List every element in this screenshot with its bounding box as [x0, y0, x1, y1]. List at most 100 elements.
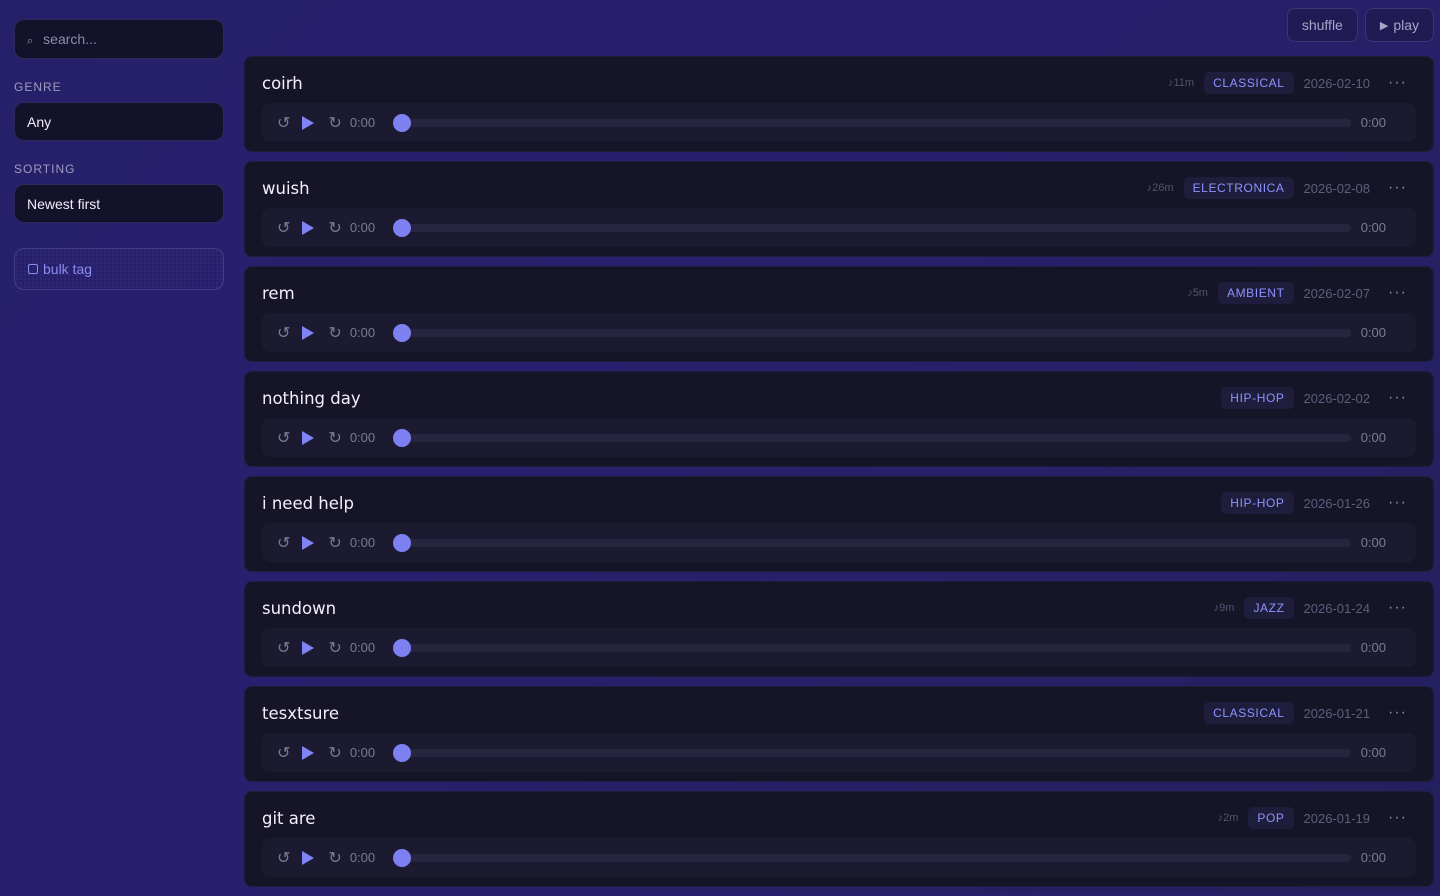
rewind-icon[interactable]: ↺: [277, 428, 290, 447]
track-meta: CLASSICAL 2026-01-21 ···: [1204, 702, 1407, 724]
progress-slider[interactable]: [393, 638, 1351, 657]
slider-thumb[interactable]: [393, 428, 412, 447]
track-title[interactable]: coirh: [262, 74, 303, 93]
shuffle-label: shuffle: [1301, 17, 1343, 33]
more-options-icon[interactable]: ···: [1388, 809, 1407, 827]
rewind-icon[interactable]: ↺: [277, 848, 290, 867]
genre-badge[interactable]: HIP-HOP: [1221, 387, 1294, 409]
rewind-icon[interactable]: ↺: [277, 218, 290, 237]
genre-badge[interactable]: CLASSICAL: [1204, 702, 1294, 724]
bulk-tag-label: bulk tag: [43, 261, 93, 277]
more-options-icon[interactable]: ···: [1388, 704, 1407, 722]
rewind-icon[interactable]: ↺: [277, 533, 290, 552]
track-title[interactable]: rem: [262, 284, 295, 303]
slider-thumb[interactable]: [393, 218, 412, 237]
play-icon[interactable]: [302, 115, 315, 130]
audio-player: ↺ ↻ 0:00 0:00: [262, 103, 1416, 142]
slider-thumb[interactable]: [393, 533, 412, 552]
more-options-icon[interactable]: ···: [1388, 74, 1407, 92]
more-options-icon[interactable]: ···: [1388, 494, 1407, 512]
date-label: 2026-02-10: [1303, 75, 1371, 91]
slider-thumb[interactable]: [393, 743, 412, 762]
genre-badge[interactable]: POP: [1248, 807, 1294, 829]
forward-icon[interactable]: ↻: [328, 638, 341, 657]
search-input[interactable]: [43, 31, 194, 47]
genre-badge[interactable]: AMBIENT: [1217, 282, 1294, 304]
progress-slider[interactable]: [393, 218, 1351, 237]
bulk-tag-button[interactable]: bulk tag: [14, 248, 224, 290]
forward-icon[interactable]: ↻: [328, 218, 341, 237]
track-title[interactable]: sundown: [262, 599, 336, 618]
shuffle-button[interactable]: shuffle: [1286, 8, 1358, 42]
current-time: 0:00: [349, 745, 376, 760]
audio-player: ↺ ↻ 0:00 0:00: [262, 733, 1416, 772]
current-time: 0:00: [349, 850, 376, 865]
audio-player: ↺ ↻ 0:00 0:00: [262, 838, 1416, 877]
audio-player: ↺ ↻ 0:00 0:00: [262, 208, 1416, 247]
rewind-icon[interactable]: ↺: [277, 638, 290, 657]
progress-slider[interactable]: [393, 323, 1351, 342]
track-card: wuish ♪26m ELECTRONICA 2026-02-08 ··· ↺ …: [244, 161, 1434, 257]
play-icon[interactable]: [302, 325, 315, 340]
forward-icon[interactable]: ↻: [328, 533, 341, 552]
rewind-icon[interactable]: ↺: [277, 743, 290, 762]
search-box[interactable]: ⌕: [14, 19, 224, 59]
track-title[interactable]: i need help: [262, 494, 354, 513]
genre-badge[interactable]: CLASSICAL: [1204, 72, 1294, 94]
slider-thumb[interactable]: [393, 323, 412, 342]
progress-slider[interactable]: [393, 533, 1351, 552]
progress-slider[interactable]: [393, 428, 1351, 447]
track-title[interactable]: nothing day: [262, 389, 361, 408]
genre-badge[interactable]: ELECTRONICA: [1183, 177, 1294, 199]
track-meta: ♪9m JAZZ 2026-01-24 ···: [1214, 597, 1407, 619]
progress-slider[interactable]: [393, 848, 1351, 867]
slider-thumb[interactable]: [393, 848, 412, 867]
genre-badge[interactable]: JAZZ: [1244, 597, 1294, 619]
track-title[interactable]: git are: [262, 809, 315, 828]
rewind-icon[interactable]: ↺: [277, 323, 290, 342]
play-icon[interactable]: [302, 745, 315, 760]
search-icon: ⌕: [27, 34, 34, 47]
date-label: 2026-01-24: [1303, 600, 1371, 616]
forward-icon[interactable]: ↻: [328, 323, 341, 342]
more-options-icon[interactable]: ···: [1388, 599, 1407, 617]
progress-slider[interactable]: [393, 113, 1351, 132]
forward-icon[interactable]: ↻: [328, 848, 341, 867]
date-label: 2026-01-26: [1303, 495, 1371, 511]
play-all-button[interactable]: ▶ play: [1364, 8, 1434, 42]
slider-thumb[interactable]: [393, 113, 412, 132]
track-card: i need help HIP-HOP 2026-01-26 ··· ↺ ↻ 0…: [244, 476, 1434, 572]
track-card: tesxtsure CLASSICAL 2026-01-21 ··· ↺ ↻ 0…: [244, 686, 1434, 782]
play-icon[interactable]: [302, 850, 315, 865]
track-title[interactable]: tesxtsure: [262, 704, 339, 723]
slider-thumb[interactable]: [393, 638, 412, 657]
track-title[interactable]: wuish: [262, 179, 310, 198]
track-meta: ♪26m ELECTRONICA 2026-02-08 ···: [1147, 177, 1407, 199]
forward-icon[interactable]: ↻: [328, 113, 341, 132]
sorting-select[interactable]: Newest first: [14, 184, 224, 223]
checkbox-icon: [28, 264, 38, 274]
progress-slider[interactable]: [393, 743, 1351, 762]
genre-badge[interactable]: HIP-HOP: [1221, 492, 1294, 514]
play-icon[interactable]: [302, 640, 315, 655]
forward-icon[interactable]: ↻: [328, 428, 341, 447]
rewind-icon[interactable]: ↺: [277, 113, 290, 132]
duration-label: ♪2m: [1217, 812, 1239, 824]
play-icon[interactable]: [302, 220, 315, 235]
track-meta: ♪5m AMBIENT 2026-02-07 ···: [1187, 282, 1407, 304]
more-options-icon[interactable]: ···: [1388, 389, 1407, 407]
total-time: 0:00: [1360, 640, 1386, 655]
genre-select[interactable]: Any: [14, 102, 224, 141]
track-list: coirh ♪11m CLASSICAL 2026-02-10 ··· ↺ ↻ …: [244, 56, 1434, 896]
forward-icon[interactable]: ↻: [328, 743, 341, 762]
date-label: 2026-01-19: [1303, 810, 1371, 826]
more-options-icon[interactable]: ···: [1388, 284, 1407, 302]
total-time: 0:00: [1360, 430, 1386, 445]
play-icon[interactable]: [302, 535, 315, 550]
date-label: 2026-02-02: [1303, 390, 1371, 406]
track-card: nothing day HIP-HOP 2026-02-02 ··· ↺ ↻ 0…: [244, 371, 1434, 467]
play-icon[interactable]: [302, 430, 315, 445]
audio-player: ↺ ↻ 0:00 0:00: [262, 418, 1416, 457]
track-meta: ♪11m CLASSICAL 2026-02-10 ···: [1168, 72, 1407, 94]
more-options-icon[interactable]: ···: [1388, 179, 1407, 197]
